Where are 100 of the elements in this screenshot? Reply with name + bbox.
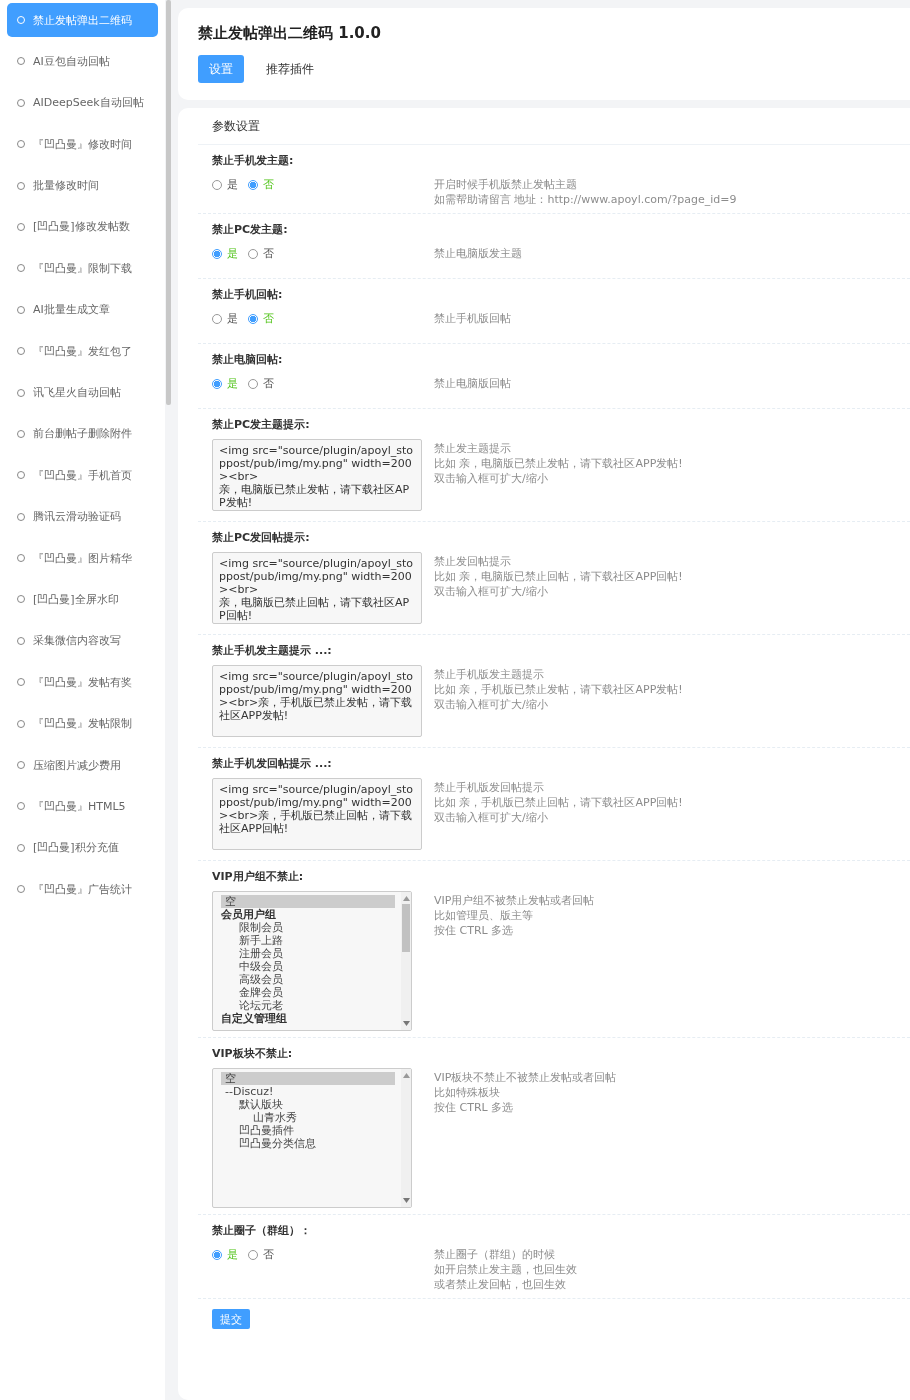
field-label: 禁止电脑回帖: (212, 353, 284, 367)
text-area[interactable]: <img src="source/plugin/apoyl_stoppost/pub/img/my.png" width=200><br> 亲，电脑版已禁止发帖，请下载社区APP发帖! (212, 439, 422, 511)
help-text: 比如 亲，手机版已禁止回帖，请下载社区APP回帖! (434, 795, 683, 810)
sidebar-item[interactable]: [凹凸曼]积分充值 (7, 830, 158, 865)
sidebar-item[interactable]: 『凹凸曼』发红包了 (7, 334, 158, 369)
text-area[interactable]: <img src="source/plugin/apoyl_stoppost/pub/img/my.png" width=200><br> 亲，电脑版已禁止回帖，请下载社区APP回帖! (212, 552, 422, 624)
help-text: 比如 亲，手机版已禁止发帖，请下载社区APP发帖! (434, 682, 683, 697)
list-option[interactable]: 自定义管理组 (221, 1012, 395, 1025)
field-label: 禁止PC发主题提示: (212, 418, 311, 432)
radio-button[interactable] (212, 378, 222, 389)
help-text: 如开启禁止发主题，也回生效 (434, 1262, 577, 1277)
up-arrow-icon[interactable] (402, 1073, 410, 1078)
list-option[interactable]: 中级会员 (221, 960, 395, 973)
help-text: 禁止手机版发主题提示 (434, 667, 545, 682)
scrollbar[interactable] (401, 892, 411, 1030)
help-text: 禁止电脑版发主题 (434, 246, 522, 261)
help-text: 禁止发回帖提示 (434, 554, 512, 569)
help-text: 禁止手机版回帖 (434, 311, 511, 326)
help-text: 禁止手机版发回帖提示 (434, 780, 545, 795)
section-heading: 参数设置 (198, 118, 910, 145)
help-text: 禁止发主题提示 (434, 441, 512, 456)
help-text: 双击输入框可扩大/缩小 (434, 697, 549, 712)
list-option[interactable]: 金牌会员 (221, 986, 395, 999)
down-arrow-icon[interactable] (402, 1021, 410, 1026)
list-option[interactable]: 空 (221, 895, 395, 908)
down-arrow-icon[interactable] (402, 1198, 410, 1203)
field-label: 禁止手机发主题提示 ...: (212, 644, 333, 658)
sidebar-item[interactable]: 『凹凸曼』发帖有奖 (7, 665, 158, 700)
scrollbar[interactable] (401, 1069, 411, 1207)
help-text: 如需帮助请留言 地址：http://www.apoyl.com/?page_id=9 (434, 192, 737, 207)
select-list[interactable]: 空 --Discuz! 默认版块 山青水秀 凹凸曼插件 凹凸曼分类信息 (212, 1068, 412, 1208)
radio-label[interactable]: 否 (263, 1247, 274, 1262)
help-text: 双击输入框可扩大/缩小 (434, 810, 549, 825)
help-text: 或者禁止发回帖，也回生效 (434, 1277, 567, 1292)
list-option[interactable]: 山青水秀 (221, 1111, 395, 1124)
list-option[interactable]: 新手上路 (221, 934, 395, 947)
list-option[interactable]: 限制会员 (221, 921, 395, 934)
list-option[interactable]: 论坛元老 (221, 999, 395, 1012)
field-label: VIP板块不禁止: (212, 1047, 294, 1061)
list-option[interactable]: 凹凸曼插件 (221, 1124, 395, 1137)
up-arrow-icon[interactable] (402, 896, 410, 901)
help-text: 开启时候手机版禁止发帖主题 (434, 177, 578, 192)
field-label: 禁止手机回帖: (212, 288, 284, 302)
list-option[interactable]: 凹凸曼分类信息 (221, 1137, 395, 1150)
sidebar-item[interactable]: 压缩图片减少费用 (7, 748, 158, 783)
sidebar-item[interactable]: 前台删帖子删除附件 (7, 416, 158, 451)
sidebar-item[interactable]: 『凹凸曼』手机首页 (7, 458, 158, 493)
text-area[interactable]: <img src="source/plugin/apoyl_stoppost/pub/img/my.png" width=200><br>亲，手机版已禁止回帖，请下载社区APP回帖! (212, 778, 422, 850)
tab[interactable]: 推荐插件 (252, 55, 328, 83)
radio-label[interactable]: 否 (263, 376, 274, 391)
field-label: 禁止手机发主题: (212, 154, 295, 168)
radio-button[interactable] (248, 179, 258, 190)
radio-label[interactable]: 是 (227, 311, 238, 326)
radio-label[interactable]: 否 (263, 246, 274, 261)
sidebar-item[interactable]: 批量修改时间 (7, 168, 158, 203)
sidebar-item[interactable]: [凹凸曼]全屏水印 (7, 582, 158, 617)
help-text: 比如 亲，电脑版已禁止回帖，请下载社区APP回帖! (434, 569, 683, 584)
help-text: 比如管理员、版主等 (434, 908, 534, 923)
radio-button[interactable] (212, 248, 222, 259)
sidebar-item[interactable]: 『凹凸曼』广告统计 (7, 872, 158, 907)
sidebar-item[interactable]: 『凹凸曼』HTML5 (7, 789, 158, 824)
text-area[interactable]: <img src="source/plugin/apoyl_stoppost/pub/img/my.png" width=200><br>亲，手机版已禁止发帖，请下载社区APP发帖! (212, 665, 422, 737)
help-text: 按住 CTRL 多选 (434, 1100, 515, 1115)
help-text: 双击输入框可扩大/缩小 (434, 584, 549, 599)
help-text: 禁止圈子（群组）的时候 (434, 1247, 556, 1262)
sidebar-item[interactable]: AI豆包自动回帖 (7, 44, 158, 79)
sidebar-item[interactable]: 腾讯云滑动验证码 (7, 499, 158, 534)
radio-button[interactable] (248, 313, 258, 324)
list-option[interactable]: 空 (221, 1072, 395, 1085)
field-label: VIP用户组不禁止: (212, 870, 305, 884)
help-text: 比如特殊板块 (434, 1085, 501, 1100)
sidebar-item[interactable]: 讯飞星火自动回帖 (7, 375, 158, 410)
scrollbar[interactable] (166, 0, 171, 405)
sidebar-item[interactable]: 『凹凸曼』图片精华 (7, 541, 158, 576)
list-option[interactable]: 会员用户组 (221, 908, 395, 921)
help-text: 比如 亲，电脑版已禁止发帖，请下载社区APP发帖! (434, 456, 683, 471)
field-label: 禁止PC发回帖提示: (212, 531, 311, 545)
field-label: 禁止PC发主题: (212, 223, 289, 237)
list-option[interactable]: 注册会员 (221, 947, 395, 960)
sidebar-item[interactable]: AIDeepSeek自动回帖 (7, 85, 158, 120)
sidebar-item[interactable]: [凹凸曼]修改发帖数 (7, 209, 158, 244)
radio-label[interactable]: 是 (227, 177, 238, 192)
select-list[interactable]: 空 会员用户组 限制会员 新手上路 注册会员 中级会员 高级会员 金牌会员 论坛元老 自定义管理组 (212, 891, 412, 1031)
help-text: VIP板块不禁止不被禁止发帖或者回帖 (434, 1070, 617, 1085)
radio-button[interactable] (212, 1249, 222, 1260)
help-text: 双击输入框可扩大/缩小 (434, 471, 549, 486)
sidebar-item[interactable]: 『凹凸曼』发帖限制 (7, 706, 158, 741)
field-label: 禁止圈子（群组）： (212, 1224, 312, 1238)
page-title: 禁止发帖弹出二维码 1.0.0 (198, 24, 382, 43)
list-option[interactable]: --Discuz! (221, 1085, 395, 1098)
field-label: 禁止手机发回帖提示 ...: (212, 757, 333, 771)
list-option[interactable]: 默认版块 (221, 1098, 395, 1111)
list-option[interactable]: 高级会员 (221, 973, 395, 986)
help-text: VIP用户组不被禁止发帖或者回帖 (434, 893, 595, 908)
help-text: 禁止电脑版回帖 (434, 376, 511, 391)
sidebar-item[interactable]: AI批量生成文章 (7, 292, 158, 327)
sidebar-item[interactable]: 采集微信内容改写 (7, 623, 158, 658)
help-text: 按住 CTRL 多选 (434, 923, 515, 938)
sidebar-item[interactable]: 『凹凸曼』修改时间 (7, 127, 158, 162)
sidebar-item[interactable]: 『凹凸曼』限制下载 (7, 251, 158, 286)
